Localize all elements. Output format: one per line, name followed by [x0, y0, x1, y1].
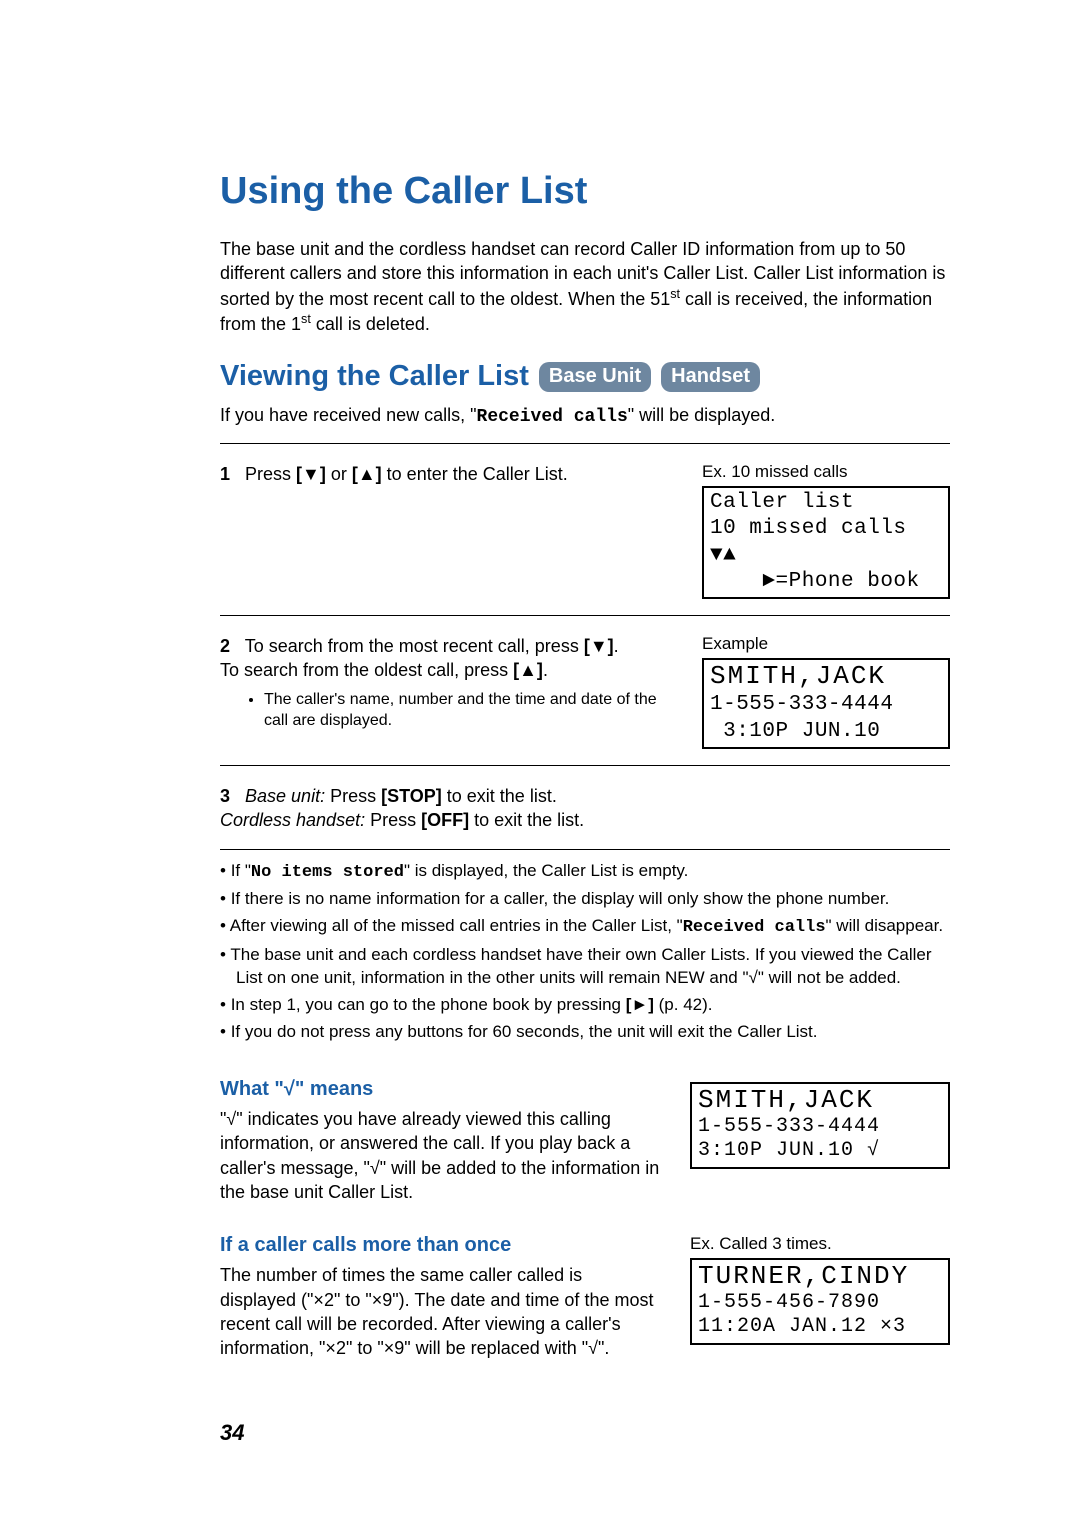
section-subnote: If you have received new calls, "Receive… [220, 405, 950, 427]
checkmark-section: What "√" means "√" indicates you have al… [220, 1048, 950, 1204]
section-heading: Viewing the Caller List [220, 360, 529, 393]
intro-paragraph: The base unit and the cordless handset c… [220, 237, 950, 336]
step-body: To search from the most recent call, pre… [220, 636, 619, 680]
subsection-body: The number of times the same caller call… [220, 1263, 660, 1360]
lcd-number: 1-555-456-7890 [698, 1291, 942, 1315]
multi-call-section: If a caller calls more than once The num… [220, 1204, 950, 1360]
section-heading-row: Viewing the Caller List Base Unit Handse… [220, 360, 950, 393]
step-number: 2 [220, 634, 240, 658]
divider [220, 615, 950, 616]
divider [220, 849, 950, 850]
lcd-number: 1-555-333-4444 [698, 1115, 942, 1139]
step-display-col: Ex. 10 missed calls Caller list 10 misse… [702, 462, 950, 599]
step-number: 3 [220, 784, 240, 808]
step-row: 1 Press [▼] or [▲] to enter the Caller L… [220, 454, 950, 607]
lcd-name: TURNER,CINDY [698, 1262, 942, 1291]
badge-base-unit: Base Unit [539, 362, 651, 392]
page-number: 34 [220, 1420, 950, 1446]
lcd-screen: Caller list 10 missed calls ▼▲ ►=Phone b… [702, 486, 950, 599]
lcd-name: SMITH,JACK [698, 1086, 942, 1115]
lcd-screen: TURNER,CINDY 1-555-456-7890 11:20A JAN.1… [690, 1258, 950, 1345]
display-caption: Ex. 10 missed calls [702, 462, 950, 482]
step-bullet: The caller's name, number and the time a… [264, 689, 680, 732]
lcd-datetime: 3:10P JUN.10 √ [698, 1139, 942, 1163]
step-text: 3 Base unit: Press [STOP] to exit the li… [220, 784, 950, 833]
step-number: 1 [220, 462, 240, 486]
badge-handset: Handset [661, 362, 760, 392]
manual-page: Using the Caller List The base unit and … [0, 0, 1080, 1506]
note-item: After viewing all of the missed call ent… [220, 915, 950, 940]
note-item: If "No items stored" is displayed, the C… [220, 860, 950, 885]
step-row: 3 Base unit: Press [STOP] to exit the li… [220, 776, 950, 841]
lcd-screen: SMITH,JACK 1-555-333-4444 3:10P JUN.10 √ [690, 1082, 950, 1169]
step-body: Press [▼] or [▲] to enter the Caller Lis… [245, 464, 568, 484]
divider [220, 765, 950, 766]
note-item: The base unit and each cordless handset … [220, 944, 950, 990]
lcd-name: SMITH,JACK [710, 661, 886, 691]
step-display-col: Example SMITH,JACK 1-555-333-4444 3:10P … [702, 634, 950, 749]
step-text: 1 Press [▼] or [▲] to enter the Caller L… [220, 462, 680, 599]
display-caption: Ex. Called 3 times. [690, 1234, 950, 1254]
step-text: 2 To search from the most recent call, p… [220, 634, 680, 749]
note-item: In step 1, you can go to the phone book … [220, 994, 950, 1017]
note-item: If you do not press any buttons for 60 s… [220, 1021, 950, 1044]
subsection-body: "√" indicates you have already viewed th… [220, 1107, 660, 1204]
step-bullets: The caller's name, number and the time a… [220, 689, 680, 732]
step-row: 2 To search from the most recent call, p… [220, 626, 950, 757]
subsection-heading: If a caller calls more than once [220, 1232, 660, 1259]
subsection-heading: What "√" means [220, 1076, 660, 1103]
note-item: If there is no name information for a ca… [220, 888, 950, 911]
display-caption: Example [702, 634, 950, 654]
lcd-screen: SMITH,JACK 1-555-333-4444 3:10P JUN.10 [702, 658, 950, 749]
lcd-datetime: 11:20A JAN.12 ×3 [698, 1315, 942, 1339]
notes-block: If "No items stored" is displayed, the C… [220, 860, 950, 1045]
divider [220, 443, 950, 444]
step-body: Base unit: Press [STOP] to exit the list… [220, 786, 584, 830]
page-title: Using the Caller List [220, 170, 950, 213]
lcd-details: 1-555-333-4444 3:10P JUN.10 [710, 693, 893, 742]
